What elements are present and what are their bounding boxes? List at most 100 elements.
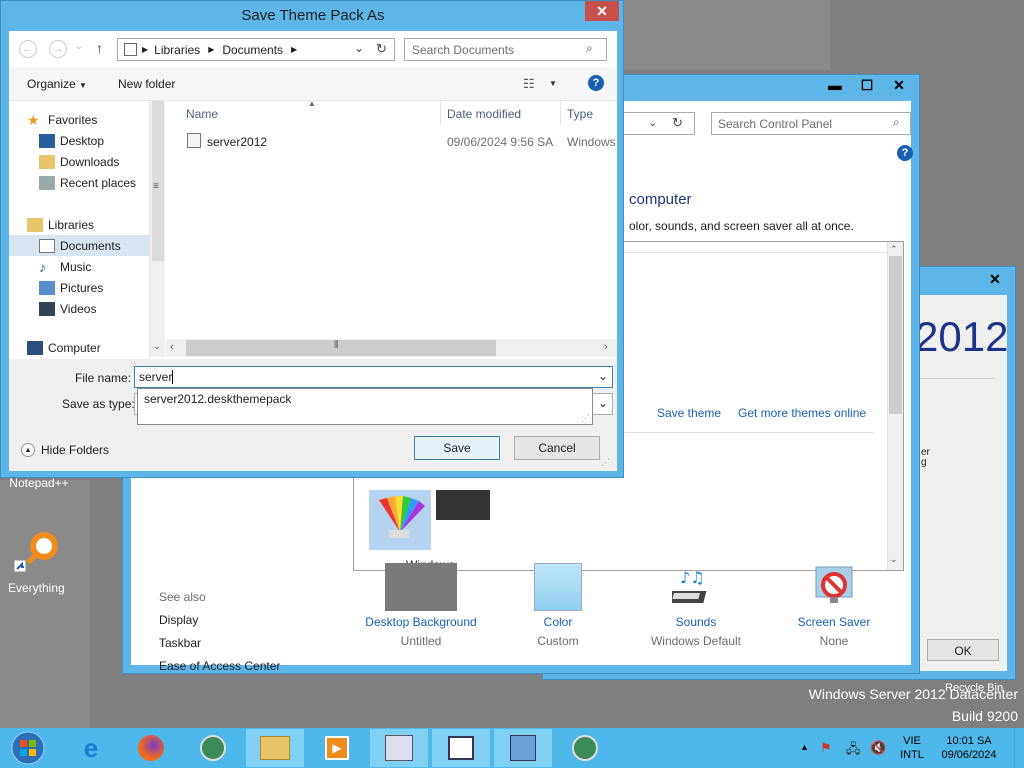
- scrollbar-thumb[interactable]: [186, 340, 496, 356]
- hide-folders-toggle[interactable]: ▲ Hide Folders: [21, 443, 109, 457]
- windows-theme-tile[interactable]: [369, 490, 431, 550]
- nav-desktop[interactable]: Desktop: [9, 130, 149, 151]
- minimize-button[interactable]: ▬: [819, 75, 851, 95]
- autocomplete-suggestion[interactable]: server2012.deskthemepack: [144, 392, 291, 406]
- scrollbar-thumb[interactable]: [889, 256, 902, 414]
- action-center-flag-icon[interactable]: ⚑: [820, 740, 832, 756]
- close-button[interactable]: ✕: [883, 75, 915, 95]
- desktop-background-item[interactable]: Desktop Background Untitled: [356, 563, 486, 648]
- desktop-background-icon: [385, 563, 457, 611]
- breadcrumb-documents[interactable]: Documents: [222, 43, 283, 57]
- column-divider[interactable]: [440, 101, 441, 125]
- input-language-indicator[interactable]: VIE INTL: [897, 734, 927, 762]
- file-name-input[interactable]: server ⌄: [134, 366, 613, 388]
- see-also-ease-of-access-link[interactable]: Ease of Access Center: [159, 659, 280, 673]
- nav-documents[interactable]: Documents: [9, 235, 149, 256]
- address-bar[interactable]: ▶ Libraries ▶ Documents ▶ ⌄ ↻: [117, 38, 395, 61]
- resize-grip-icon[interactable]: ⋰: [601, 457, 610, 468]
- taskbar-internet-explorer[interactable]: e: [62, 729, 120, 767]
- desktop-icon-notepad-label[interactable]: Notepad++: [2, 476, 76, 490]
- chevron-down-icon[interactable]: ▼: [549, 79, 557, 88]
- file-row[interactable]: server2012 09/06/2024 9:56 SA Windows: [182, 131, 617, 153]
- save-button[interactable]: Save: [414, 436, 500, 460]
- taskbar-server-manager[interactable]: [370, 729, 428, 767]
- new-folder-button[interactable]: New folder: [118, 77, 175, 91]
- nav-computer[interactable]: Computer: [9, 340, 149, 356]
- nav-music[interactable]: ♪ Music: [9, 256, 149, 277]
- recent-locations-icon[interactable]: ⌄: [75, 41, 83, 52]
- nav-libraries[interactable]: Libraries: [9, 214, 149, 235]
- nav-pictures-label: Pictures: [60, 280, 104, 295]
- screen-saver-item[interactable]: Screen Saver None: [769, 563, 899, 648]
- scroll-up-icon[interactable]: ⌃: [890, 244, 898, 255]
- pictures-icon: [39, 280, 55, 295]
- nav-pane-scrollbar[interactable]: ≡ ⌄: [149, 101, 165, 357]
- search-icon[interactable]: ⌕: [893, 115, 900, 130]
- scroll-right-icon[interactable]: ›: [604, 341, 608, 353]
- breadcrumb-separator-icon[interactable]: ▶: [291, 45, 297, 54]
- column-date-modified[interactable]: Date modified: [447, 107, 521, 121]
- up-arrow-icon[interactable]: ↑: [96, 40, 103, 56]
- get-more-themes-link[interactable]: Get more themes online: [738, 406, 866, 420]
- refresh-icon[interactable]: ↻: [376, 41, 387, 57]
- breadcrumb-libraries[interactable]: Libraries: [154, 43, 200, 57]
- system-clock[interactable]: 10:01 SA 09/06/2024: [934, 734, 1004, 762]
- view-options-icon[interactable]: ☷: [523, 76, 535, 92]
- close-button[interactable]: ✕: [585, 1, 619, 21]
- column-name[interactable]: Name: [186, 107, 218, 121]
- show-hidden-icons-arrow[interactable]: ▲: [800, 742, 809, 752]
- close-button[interactable]: ✕: [979, 269, 1011, 289]
- resize-grip-icon[interactable]: ⋰: [581, 413, 590, 424]
- start-button[interactable]: [0, 729, 56, 767]
- address-bar[interactable]: ⌄ ↻: [623, 112, 695, 135]
- save-theme-link[interactable]: Save theme: [657, 406, 721, 420]
- taskbar-network-app-2[interactable]: [556, 729, 614, 767]
- taskbar-terminal-app[interactable]: [432, 729, 490, 767]
- color-item[interactable]: Color Custom: [493, 563, 623, 648]
- save-theme-pack-dialog[interactable]: Save Theme Pack As ✕ ← → ⌄ ↑ ▶ Libraries…: [0, 0, 624, 478]
- nav-downloads[interactable]: Downloads: [9, 151, 149, 172]
- forward-icon[interactable]: →: [49, 40, 67, 58]
- nav-videos[interactable]: Videos: [9, 298, 149, 319]
- see-also-taskbar-link[interactable]: Taskbar: [159, 636, 201, 650]
- column-type[interactable]: Type: [567, 107, 593, 121]
- nav-pictures[interactable]: Pictures: [9, 277, 149, 298]
- help-icon[interactable]: ?: [897, 145, 913, 161]
- chevron-down-icon[interactable]: ⌄: [648, 116, 657, 129]
- taskbar-control-panel[interactable]: [494, 729, 552, 767]
- column-divider[interactable]: [560, 101, 561, 125]
- chevron-down-icon[interactable]: ⌄: [598, 369, 608, 383]
- autocomplete-dropdown[interactable]: server2012.deskthemepack ⋰: [137, 388, 593, 425]
- sounds-item[interactable]: ♪♫ Sounds Windows Default: [631, 563, 761, 648]
- network-icon[interactable]: 🖧: [846, 740, 861, 762]
- horizontal-scrollbar[interactable]: ‹ ⦀ ›: [166, 339, 617, 357]
- search-icon[interactable]: ⌕: [586, 41, 593, 56]
- taskbar-file-explorer[interactable]: [246, 729, 304, 767]
- volume-muted-icon[interactable]: 🔇: [870, 740, 886, 756]
- nav-recent-places[interactable]: Recent places: [9, 172, 149, 193]
- show-desktop-button[interactable]: [1014, 728, 1024, 768]
- help-icon[interactable]: ?: [588, 75, 604, 91]
- scroll-left-icon[interactable]: ‹: [170, 341, 174, 353]
- chevron-down-icon[interactable]: ⌄: [354, 41, 364, 55]
- scroll-down-icon[interactable]: ⌄: [153, 341, 161, 352]
- cancel-button[interactable]: Cancel: [514, 436, 600, 460]
- breadcrumb-separator-icon[interactable]: ▶: [208, 45, 214, 54]
- taskbar-media-player[interactable]: ▶: [308, 729, 366, 767]
- refresh-icon[interactable]: ↻: [672, 115, 683, 131]
- ok-button[interactable]: OK: [927, 639, 999, 661]
- chevron-down-icon[interactable]: ⌄: [598, 396, 608, 410]
- desktop-icon-everything[interactable]: Everything: [8, 528, 68, 598]
- see-also-display-link[interactable]: Display: [159, 613, 198, 627]
- theme-preview-dark[interactable]: [436, 490, 490, 520]
- nav-favorites[interactable]: ★ Favorites: [9, 109, 149, 130]
- vertical-scrollbar[interactable]: ⌃ ⌄: [887, 242, 903, 570]
- taskbar-network-app[interactable]: [184, 729, 242, 767]
- search-control-panel-input[interactable]: Search Control Panel: [711, 112, 911, 135]
- search-documents-input[interactable]: Search Documents: [404, 38, 607, 61]
- back-icon[interactable]: ←: [19, 40, 37, 58]
- taskbar-firefox[interactable]: [122, 729, 180, 767]
- organize-menu[interactable]: Organize ▼: [27, 77, 87, 91]
- star-icon: ★: [27, 111, 40, 128]
- maximize-button[interactable]: ☐: [851, 75, 883, 95]
